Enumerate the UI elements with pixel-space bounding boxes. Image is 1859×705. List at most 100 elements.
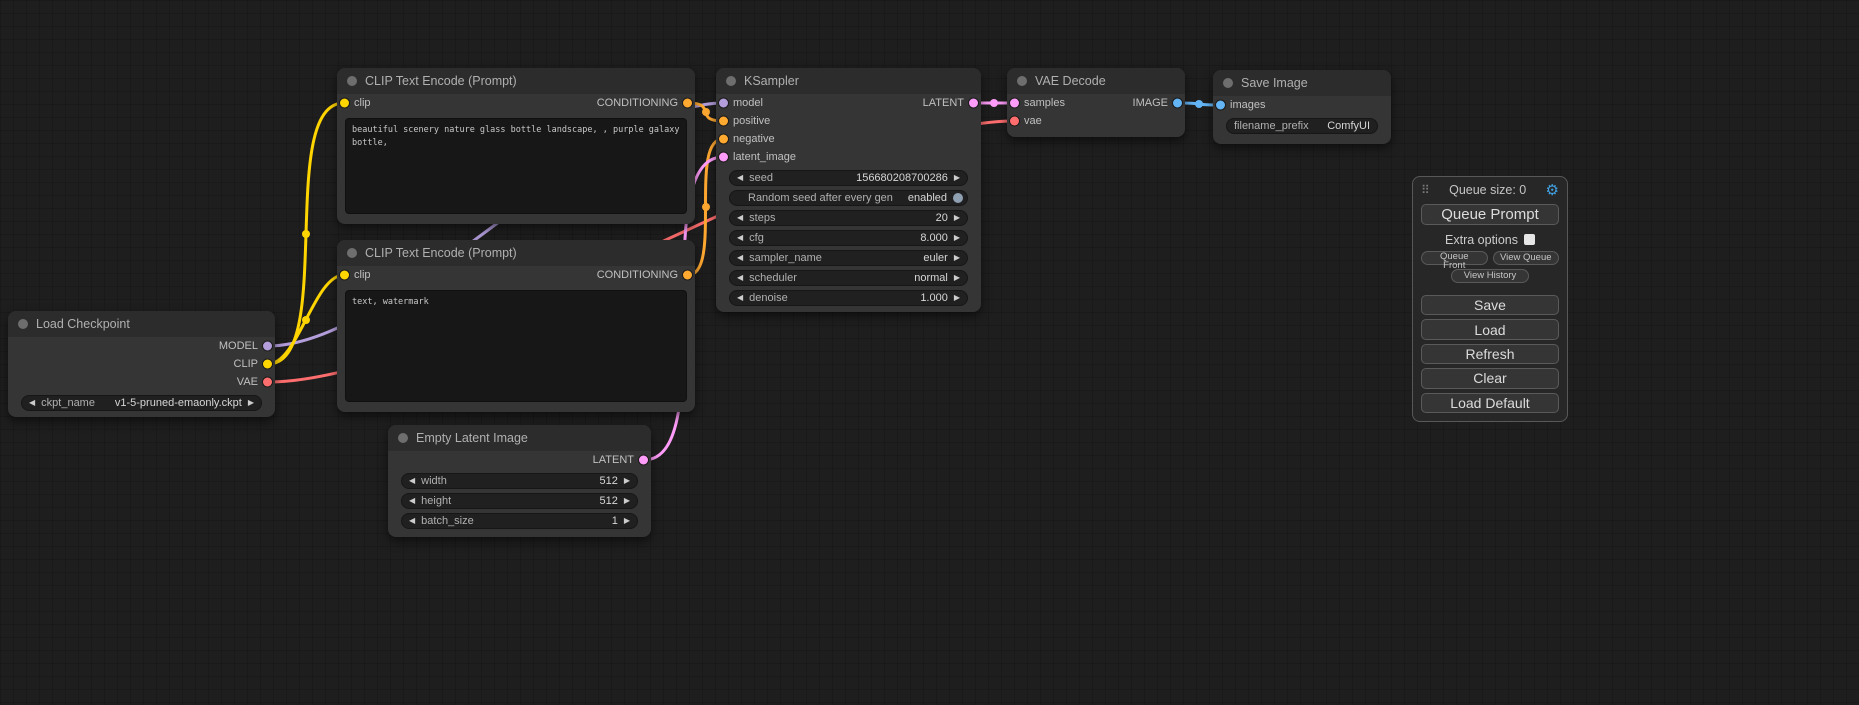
node-vae-decode[interactable]: VAE Decode samples IMAGE vae <box>1007 68 1185 137</box>
decrement-arrow-icon[interactable]: ◀ <box>737 254 743 262</box>
decrement-arrow-icon[interactable]: ◀ <box>737 174 743 182</box>
collapse-dot-icon[interactable] <box>1223 78 1233 88</box>
widget-value: 512 <box>599 495 617 507</box>
filename-prefix-widget[interactable]: filename_prefix ComfyUI <box>1226 118 1378 134</box>
decrement-arrow-icon[interactable]: ◀ <box>409 477 415 485</box>
load-button[interactable]: Load <box>1421 319 1559 339</box>
drag-handle-icon[interactable]: ⠿ <box>1421 183 1430 197</box>
steps-widget[interactable]: ◀ steps 20 ▶ <box>729 210 968 226</box>
increment-arrow-icon[interactable]: ▶ <box>954 234 960 242</box>
decrement-arrow-icon[interactable]: ◀ <box>409 497 415 505</box>
widget-label: seed <box>749 172 773 184</box>
latent-image-input-dot[interactable] <box>719 153 728 162</box>
node-title: Load Checkpoint <box>36 317 130 331</box>
model-input-dot[interactable] <box>719 99 728 108</box>
increment-arrow-icon[interactable]: ▶ <box>954 174 960 182</box>
negative-input-dot[interactable] <box>719 135 728 144</box>
extra-options-row: Extra options <box>1421 233 1559 247</box>
increment-arrow-icon[interactable]: ▶ <box>954 214 960 222</box>
node-title-bar[interactable]: Save Image <box>1213 70 1391 96</box>
slot-label: samples <box>1024 97 1065 109</box>
view-history-button[interactable]: View History <box>1451 269 1529 283</box>
prompt-textarea[interactable]: text, watermark <box>345 290 687 402</box>
increment-arrow-icon[interactable]: ▶ <box>624 477 630 485</box>
node-title-bar[interactable]: KSampler <box>716 68 981 94</box>
load-default-button[interactable]: Load Default <box>1421 393 1559 413</box>
widget-value: enabled <box>908 192 947 204</box>
slot-row: samples IMAGE <box>1007 94 1185 112</box>
increment-arrow-icon[interactable]: ▶ <box>954 254 960 262</box>
height-widget[interactable]: ◀ height 512 ▶ <box>401 493 638 509</box>
save-button[interactable]: Save <box>1421 295 1559 315</box>
increment-arrow-icon[interactable]: ▶ <box>624 497 630 505</box>
settings-gear-icon[interactable]: ⚙ <box>1546 183 1559 198</box>
node-save-image[interactable]: Save Image images filename_prefix ComfyU… <box>1213 70 1391 144</box>
link-midpoint-dot <box>302 230 310 238</box>
clear-button[interactable]: Clear <box>1421 368 1559 388</box>
node-load-checkpoint[interactable]: Load Checkpoint MODEL CLIP VAE ◀ ckpt_na… <box>8 311 275 417</box>
sampler-name-widget[interactable]: ◀ sampler_name euler ▶ <box>729 250 968 266</box>
queue-panel: ⠿ Queue size: 0 ⚙ Queue Prompt Extra opt… <box>1412 176 1568 422</box>
slot-label: CONDITIONING <box>597 269 678 281</box>
model-output-dot[interactable] <box>263 342 272 351</box>
comfyui-canvas[interactable]: { "icons": { "gear": "⚙", "drag_handle":… <box>0 0 1859 705</box>
decrement-arrow-icon[interactable]: ◀ <box>29 399 35 407</box>
node-clip-text-encode-positive[interactable]: CLIP Text Encode (Prompt) clip CONDITION… <box>337 68 695 224</box>
conditioning-output-dot[interactable] <box>683 271 692 280</box>
collapse-dot-icon[interactable] <box>18 319 28 329</box>
node-title-bar[interactable]: Load Checkpoint <box>8 311 275 337</box>
toggle-knob-icon[interactable] <box>953 193 963 203</box>
increment-arrow-icon[interactable]: ▶ <box>248 399 254 407</box>
collapse-dot-icon[interactable] <box>398 433 408 443</box>
denoise-widget[interactable]: ◀ denoise 1.000 ▶ <box>729 290 968 306</box>
conditioning-output-dot[interactable] <box>683 99 692 108</box>
collapse-dot-icon[interactable] <box>347 248 357 258</box>
node-clip-text-encode-negative[interactable]: CLIP Text Encode (Prompt) clip CONDITION… <box>337 240 695 412</box>
collapse-dot-icon[interactable] <box>726 76 736 86</box>
increment-arrow-icon[interactable]: ▶ <box>954 274 960 282</box>
decrement-arrow-icon[interactable]: ◀ <box>737 274 743 282</box>
refresh-button[interactable]: Refresh <box>1421 344 1559 364</box>
decrement-arrow-icon[interactable]: ◀ <box>737 294 743 302</box>
prompt-textarea[interactable]: beautiful scenery nature glass bottle la… <box>345 118 687 214</box>
latent-output-dot[interactable] <box>969 99 978 108</box>
clip-input-dot[interactable] <box>340 271 349 280</box>
decrement-arrow-icon[interactable]: ◀ <box>737 214 743 222</box>
image-output-dot[interactable] <box>1173 99 1182 108</box>
decrement-arrow-icon[interactable]: ◀ <box>409 517 415 525</box>
seed-widget[interactable]: ◀ seed 156680208700286 ▶ <box>729 170 968 186</box>
vae-input-dot[interactable] <box>1010 117 1019 126</box>
node-title-bar[interactable]: Empty Latent Image <box>388 425 651 451</box>
queue-prompt-button[interactable]: Queue Prompt <box>1421 204 1559 225</box>
increment-arrow-icon[interactable]: ▶ <box>954 294 960 302</box>
queue-front-button[interactable]: Queue Front <box>1421 251 1488 265</box>
random-seed-toggle[interactable]: Random seed after every gen enabled <box>729 190 968 206</box>
width-widget[interactable]: ◀ width 512 ▶ <box>401 473 638 489</box>
clip-input-dot[interactable] <box>340 99 349 108</box>
node-title-bar[interactable]: CLIP Text Encode (Prompt) <box>337 68 695 94</box>
scheduler-widget[interactable]: ◀ scheduler normal ▶ <box>729 270 968 286</box>
node-title-bar[interactable]: CLIP Text Encode (Prompt) <box>337 240 695 266</box>
node-empty-latent-image[interactable]: Empty Latent Image LATENT ◀ width 512 ▶ … <box>388 425 651 537</box>
node-title: Save Image <box>1241 76 1308 90</box>
batch-size-widget[interactable]: ◀ batch_size 1 ▶ <box>401 513 638 529</box>
images-input-dot[interactable] <box>1216 101 1225 110</box>
collapse-dot-icon[interactable] <box>1017 76 1027 86</box>
samples-input-dot[interactable] <box>1010 99 1019 108</box>
cfg-widget[interactable]: ◀ cfg 8.000 ▶ <box>729 230 968 246</box>
view-queue-button[interactable]: View Queue <box>1493 251 1560 265</box>
extra-options-checkbox[interactable] <box>1524 234 1535 245</box>
node-title-bar[interactable]: VAE Decode <box>1007 68 1185 94</box>
collapse-dot-icon[interactable] <box>347 76 357 86</box>
slot-label: clip <box>354 269 371 281</box>
node-ksampler[interactable]: KSampler model LATENT positive negative … <box>716 68 981 312</box>
positive-input-dot[interactable] <box>719 117 728 126</box>
latent-output-dot[interactable] <box>639 456 648 465</box>
widget-value: 512 <box>599 475 617 487</box>
clip-output-dot[interactable] <box>263 360 272 369</box>
ckpt-name-widget[interactable]: ◀ ckpt_name v1-5-pruned-emaonly.ckpt ▶ <box>21 395 262 411</box>
decrement-arrow-icon[interactable]: ◀ <box>737 234 743 242</box>
increment-arrow-icon[interactable]: ▶ <box>624 517 630 525</box>
vae-output-dot[interactable] <box>263 378 272 387</box>
widget-label: height <box>421 495 451 507</box>
